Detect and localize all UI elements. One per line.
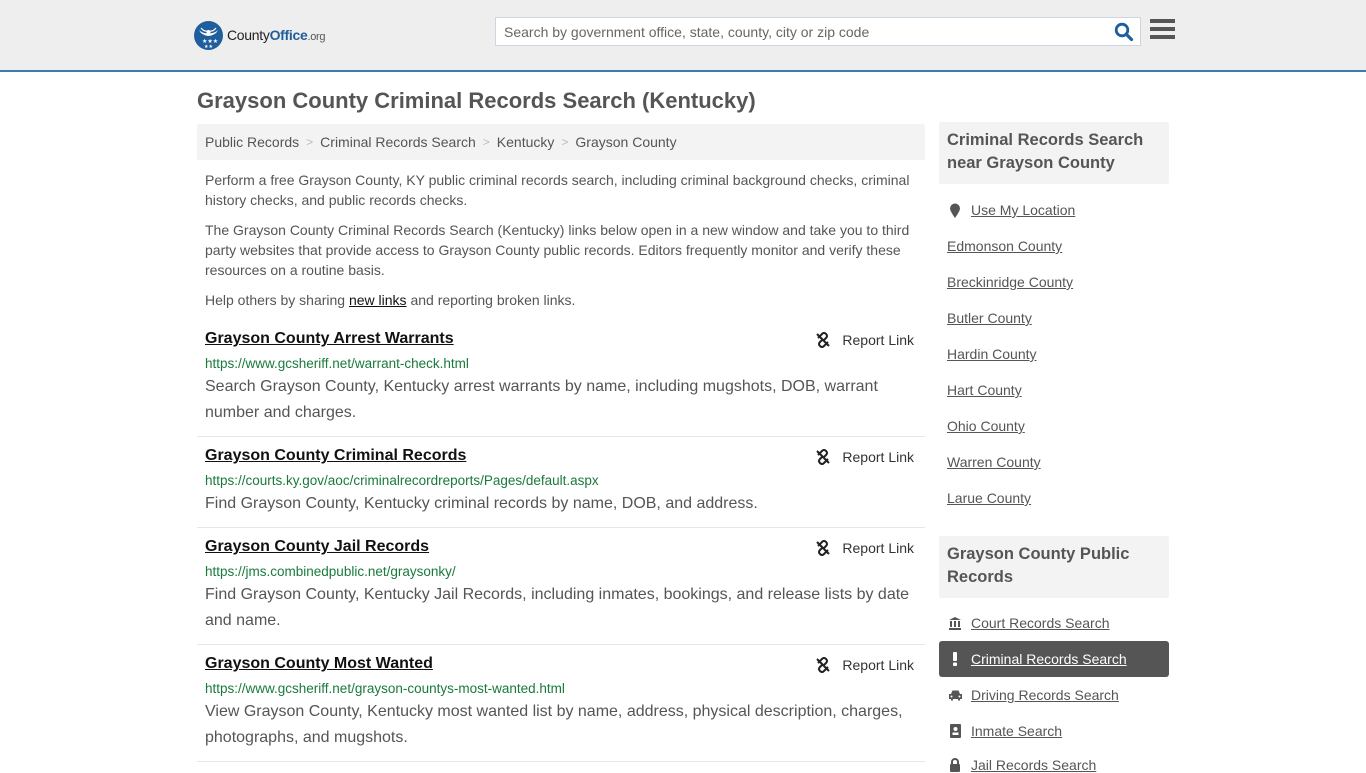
broken-link-icon bbox=[816, 449, 831, 465]
result-title-link[interactable]: Grayson County Most Wanted bbox=[205, 655, 433, 673]
result-item: Grayson County Arrest Warrants Report Li… bbox=[197, 330, 925, 437]
search-icon[interactable] bbox=[1114, 22, 1134, 42]
breadcrumb-separator: > bbox=[306, 135, 314, 149]
result-item: Grayson County Criminal Records Report L… bbox=[197, 447, 925, 528]
broken-link-icon bbox=[816, 657, 831, 673]
report-link-button[interactable]: Report Link bbox=[815, 449, 914, 465]
nearby-county-link[interactable]: Hart County bbox=[947, 382, 1022, 398]
breadcrumb-kentucky[interactable]: Kentucky bbox=[497, 134, 555, 150]
site-logo[interactable]: ★★★ ★★ CountyOffice.org bbox=[194, 20, 326, 50]
result-title-link[interactable]: Grayson County Criminal Records bbox=[205, 447, 466, 465]
breadcrumb-separator: > bbox=[561, 135, 569, 149]
nearby-county-link[interactable]: Warren County bbox=[947, 454, 1041, 470]
exclamation-icon bbox=[947, 652, 963, 666]
result-url: https://www.gcsheriff.net/grayson-county… bbox=[205, 681, 565, 696]
report-link-button[interactable]: Report Link bbox=[815, 332, 914, 348]
broken-link-icon bbox=[816, 332, 831, 348]
nearby-county-link[interactable]: Hardin County bbox=[947, 346, 1037, 362]
disclaimer-paragraph: The Grayson County Criminal Records Sear… bbox=[205, 222, 910, 278]
result-description: View Grayson County, Kentucky most wante… bbox=[205, 703, 903, 746]
criminal-records-search-link[interactable]: Criminal Records Search bbox=[947, 651, 1127, 667]
nearby-county-link[interactable]: Edmonson County bbox=[947, 238, 1062, 254]
hamburger-menu-icon[interactable] bbox=[1150, 19, 1175, 41]
breadcrumb: Public Records > Criminal Records Search… bbox=[197, 124, 925, 160]
result-item: Grayson County Most Wanted Report Link h… bbox=[197, 655, 925, 762]
logo-eagle-icon: ★★★ ★★ bbox=[194, 20, 223, 50]
help-paragraph: Help others by sharing new links and rep… bbox=[205, 292, 576, 308]
nearby-county-link[interactable]: Larue County bbox=[947, 490, 1031, 506]
nearby-county-link[interactable]: Breckinridge County bbox=[947, 274, 1073, 290]
result-url: https://www.gcsheriff.net/warrant-check.… bbox=[205, 356, 469, 371]
new-links-link[interactable]: new links bbox=[349, 292, 407, 308]
breadcrumb-criminal-records-search[interactable]: Criminal Records Search bbox=[320, 134, 476, 150]
report-link-button[interactable]: Report Link bbox=[815, 540, 914, 556]
nearby-county-link[interactable]: Butler County bbox=[947, 310, 1032, 326]
car-icon bbox=[947, 689, 963, 701]
result-title-link[interactable]: Grayson County Arrest Warrants bbox=[205, 330, 454, 348]
result-url: https://jms.combinedpublic.net/graysonky… bbox=[205, 564, 456, 579]
site-header: ★★★ ★★ CountyOffice.org bbox=[0, 0, 1366, 72]
public-records-section-title: Grayson County Public Records bbox=[939, 536, 1169, 598]
breadcrumb-public-records[interactable]: Public Records bbox=[205, 134, 299, 150]
nearby-county-link[interactable]: Ohio County bbox=[947, 418, 1025, 434]
report-link-button[interactable]: Report Link bbox=[815, 657, 914, 673]
result-title-link[interactable]: Grayson County Jail Records bbox=[205, 538, 429, 556]
lock-icon bbox=[947, 758, 963, 772]
map-marker-icon bbox=[947, 203, 963, 218]
inmate-search-link[interactable]: Inmate Search bbox=[947, 723, 1062, 739]
broken-link-icon bbox=[816, 540, 831, 556]
result-item: Grayson County Jail Records Report Link … bbox=[197, 538, 925, 645]
nearby-section-title: Criminal Records Search near Grayson Cou… bbox=[939, 122, 1169, 184]
driving-records-search-link[interactable]: Driving Records Search bbox=[947, 687, 1119, 703]
breadcrumb-separator: > bbox=[482, 135, 490, 149]
svg-text:★★: ★★ bbox=[204, 44, 213, 50]
search-input[interactable] bbox=[496, 18, 1106, 45]
bank-icon bbox=[947, 616, 963, 630]
search-bar bbox=[495, 17, 1141, 46]
use-my-location-link[interactable]: Use My Location bbox=[947, 202, 1075, 218]
jail-records-search-link[interactable]: Jail Records Search bbox=[947, 757, 1096, 773]
result-description: Search Grayson County, Kentucky arrest w… bbox=[205, 378, 878, 421]
id-badge-icon bbox=[947, 724, 963, 738]
logo-text: CountyOffice.org bbox=[227, 27, 326, 43]
result-url: https://courts.ky.gov/aoc/criminalrecord… bbox=[205, 473, 599, 488]
breadcrumb-grayson-county[interactable]: Grayson County bbox=[575, 134, 676, 150]
page-title: Grayson County Criminal Records Search (… bbox=[197, 88, 756, 113]
intro-paragraph: Perform a free Grayson County, KY public… bbox=[205, 172, 910, 208]
result-description: Find Grayson County, Kentucky criminal r… bbox=[205, 495, 758, 512]
court-records-search-link[interactable]: Court Records Search bbox=[947, 615, 1110, 631]
result-description: Find Grayson County, Kentucky Jail Recor… bbox=[205, 586, 910, 629]
